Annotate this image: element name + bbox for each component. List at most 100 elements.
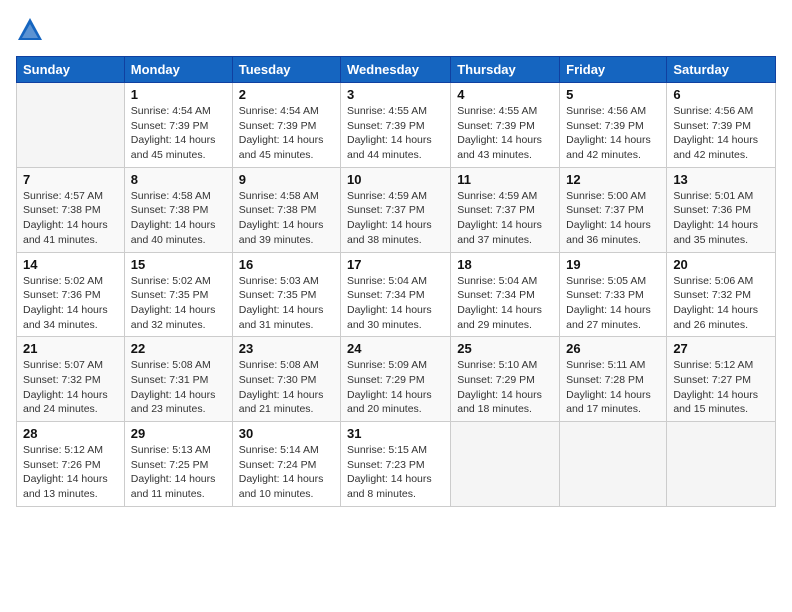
weekday-header-thursday: Thursday [451,57,560,83]
day-number: 6 [673,87,769,102]
calendar-cell: 23Sunrise: 5:08 AM Sunset: 7:30 PM Dayli… [232,337,340,422]
calendar-cell [17,83,125,168]
weekday-header-saturday: Saturday [667,57,776,83]
calendar-cell: 12 Sunrise: 5:00 AM Sunset: 7:37 PM Dayli… [560,167,667,252]
calendar-cell: 21 Sunrise: 5:07 AM Sunset: 7:32 PM Dayli… [17,337,125,422]
day-info: Sunrise: 4:54 AM Sunset: 7:39 PM Dayligh… [131,104,226,163]
calendar-cell: 3Sunrise: 4:55 AM Sunset: 7:39 PM Daylig… [341,83,451,168]
weekday-header-row: SundayMondayTuesdayWednesdayThursdayFrid… [17,57,776,83]
day-info: Sunrise: 4:58 AM Sunset: 7:38 PM Dayligh… [131,189,226,248]
week-row-1: 1 Sunrise: 4:54 AM Sunset: 7:39 PM Daylig… [17,83,776,168]
day-number: 12 [566,172,660,187]
day-number: 29 [131,426,226,441]
weekday-header-monday: Monday [124,57,232,83]
day-info: Sunrise: 4:58 AM Sunset: 7:38 PM Dayligh… [239,189,334,248]
day-number: 24 [347,341,444,356]
calendar-cell: 4 Sunrise: 4:55 AM Sunset: 7:39 PM Daylig… [451,83,560,168]
day-info: Sunrise: 5:02 AM Sunset: 7:36 PM Dayligh… [23,274,118,333]
calendar-cell: 28 Sunrise: 5:12 AM Sunset: 7:26 PM Dayli… [17,422,125,507]
day-info: Sunrise: 5:04 AM Sunset: 7:34 PM Dayligh… [347,274,444,333]
day-number: 3 [347,87,444,102]
day-number: 25 [457,341,553,356]
day-number: 20 [673,257,769,272]
calendar-cell: 27Sunrise: 5:12 AM Sunset: 7:27 PM Dayli… [667,337,776,422]
calendar-cell: 13 Sunrise: 5:01 AM Sunset: 7:36 PM Dayli… [667,167,776,252]
day-number: 11 [457,172,553,187]
calendar-cell: 1 Sunrise: 4:54 AM Sunset: 7:39 PM Daylig… [124,83,232,168]
week-row-3: 14 Sunrise: 5:02 AM Sunset: 7:36 PM Dayli… [17,252,776,337]
calendar-cell: 24 Sunrise: 5:09 AM Sunset: 7:29 PM Dayli… [341,337,451,422]
calendar-cell: 8 Sunrise: 4:58 AM Sunset: 7:38 PM Daylig… [124,167,232,252]
day-info: Sunrise: 5:05 AM Sunset: 7:33 PM Dayligh… [566,274,660,333]
day-number: 28 [23,426,118,441]
day-info: Sunrise: 5:01 AM Sunset: 7:36 PM Dayligh… [673,189,769,248]
calendar-cell [667,422,776,507]
day-info: Sunrise: 5:04 AM Sunset: 7:34 PM Dayligh… [457,274,553,333]
day-number: 15 [131,257,226,272]
day-info: Sunrise: 5:09 AM Sunset: 7:29 PM Dayligh… [347,358,444,417]
weekday-header-wednesday: Wednesday [341,57,451,83]
calendar-cell: 10 Sunrise: 4:59 AM Sunset: 7:37 PM Dayli… [341,167,451,252]
week-row-5: 28 Sunrise: 5:12 AM Sunset: 7:26 PM Dayli… [17,422,776,507]
calendar-cell: 18 Sunrise: 5:04 AM Sunset: 7:34 PM Dayli… [451,252,560,337]
day-number: 2 [239,87,334,102]
day-info: Sunrise: 4:54 AM Sunset: 7:39 PM Dayligh… [239,104,334,163]
day-number: 10 [347,172,444,187]
day-info: Sunrise: 4:59 AM Sunset: 7:37 PM Dayligh… [347,189,444,248]
calendar-cell: 2 Sunrise: 4:54 AM Sunset: 7:39 PM Daylig… [232,83,340,168]
day-info: Sunrise: 4:56 AM Sunset: 7:39 PM Dayligh… [566,104,660,163]
day-number: 21 [23,341,118,356]
day-info: Sunrise: 4:55 AM Sunset: 7:39 PM Dayligh… [457,104,553,163]
calendar-cell [451,422,560,507]
day-number: 17 [347,257,444,272]
header [16,16,776,44]
day-info: Sunrise: 5:00 AM Sunset: 7:37 PM Dayligh… [566,189,660,248]
calendar-cell: 26Sunrise: 5:11 AM Sunset: 7:28 PM Dayli… [560,337,667,422]
calendar-cell: 9 Sunrise: 4:58 AM Sunset: 7:38 PM Daylig… [232,167,340,252]
day-info: Sunrise: 5:12 AM Sunset: 7:26 PM Dayligh… [23,443,118,502]
logo-icon [16,16,44,44]
day-number: 31 [347,426,444,441]
calendar-cell: 20Sunrise: 5:06 AM Sunset: 7:32 PM Dayli… [667,252,776,337]
calendar-cell: 15 Sunrise: 5:02 AM Sunset: 7:35 PM Dayli… [124,252,232,337]
day-number: 22 [131,341,226,356]
calendar-cell: 22 Sunrise: 5:08 AM Sunset: 7:31 PM Dayli… [124,337,232,422]
day-info: Sunrise: 5:10 AM Sunset: 7:29 PM Dayligh… [457,358,553,417]
day-number: 13 [673,172,769,187]
day-number: 9 [239,172,334,187]
day-info: Sunrise: 5:08 AM Sunset: 7:31 PM Dayligh… [131,358,226,417]
calendar-cell: 19Sunrise: 5:05 AM Sunset: 7:33 PM Dayli… [560,252,667,337]
logo [16,16,48,44]
day-number: 5 [566,87,660,102]
calendar: SundayMondayTuesdayWednesdayThursdayFrid… [16,56,776,507]
day-info: Sunrise: 4:59 AM Sunset: 7:37 PM Dayligh… [457,189,553,248]
calendar-cell: 25 Sunrise: 5:10 AM Sunset: 7:29 PM Dayli… [451,337,560,422]
calendar-cell: 30 Sunrise: 5:14 AM Sunset: 7:24 PM Dayli… [232,422,340,507]
weekday-header-friday: Friday [560,57,667,83]
calendar-cell: 17 Sunrise: 5:04 AM Sunset: 7:34 PM Dayli… [341,252,451,337]
calendar-cell: 6 Sunrise: 4:56 AM Sunset: 7:39 PM Daylig… [667,83,776,168]
calendar-cell: 31 Sunrise: 5:15 AM Sunset: 7:23 PM Dayli… [341,422,451,507]
day-number: 27 [673,341,769,356]
day-info: Sunrise: 5:02 AM Sunset: 7:35 PM Dayligh… [131,274,226,333]
day-number: 18 [457,257,553,272]
week-row-4: 21 Sunrise: 5:07 AM Sunset: 7:32 PM Dayli… [17,337,776,422]
day-info: Sunrise: 5:07 AM Sunset: 7:32 PM Dayligh… [23,358,118,417]
day-info: Sunrise: 4:56 AM Sunset: 7:39 PM Dayligh… [673,104,769,163]
calendar-cell: 29Sunrise: 5:13 AM Sunset: 7:25 PM Dayli… [124,422,232,507]
weekday-header-sunday: Sunday [17,57,125,83]
day-number: 26 [566,341,660,356]
day-number: 8 [131,172,226,187]
day-number: 4 [457,87,553,102]
calendar-cell [560,422,667,507]
weekday-header-tuesday: Tuesday [232,57,340,83]
day-number: 30 [239,426,334,441]
day-info: Sunrise: 5:03 AM Sunset: 7:35 PM Dayligh… [239,274,334,333]
day-info: Sunrise: 4:57 AM Sunset: 7:38 PM Dayligh… [23,189,118,248]
day-number: 14 [23,257,118,272]
day-info: Sunrise: 5:15 AM Sunset: 7:23 PM Dayligh… [347,443,444,502]
day-info: Sunrise: 5:14 AM Sunset: 7:24 PM Dayligh… [239,443,334,502]
day-number: 1 [131,87,226,102]
day-number: 7 [23,172,118,187]
day-info: Sunrise: 5:08 AM Sunset: 7:30 PM Dayligh… [239,358,334,417]
